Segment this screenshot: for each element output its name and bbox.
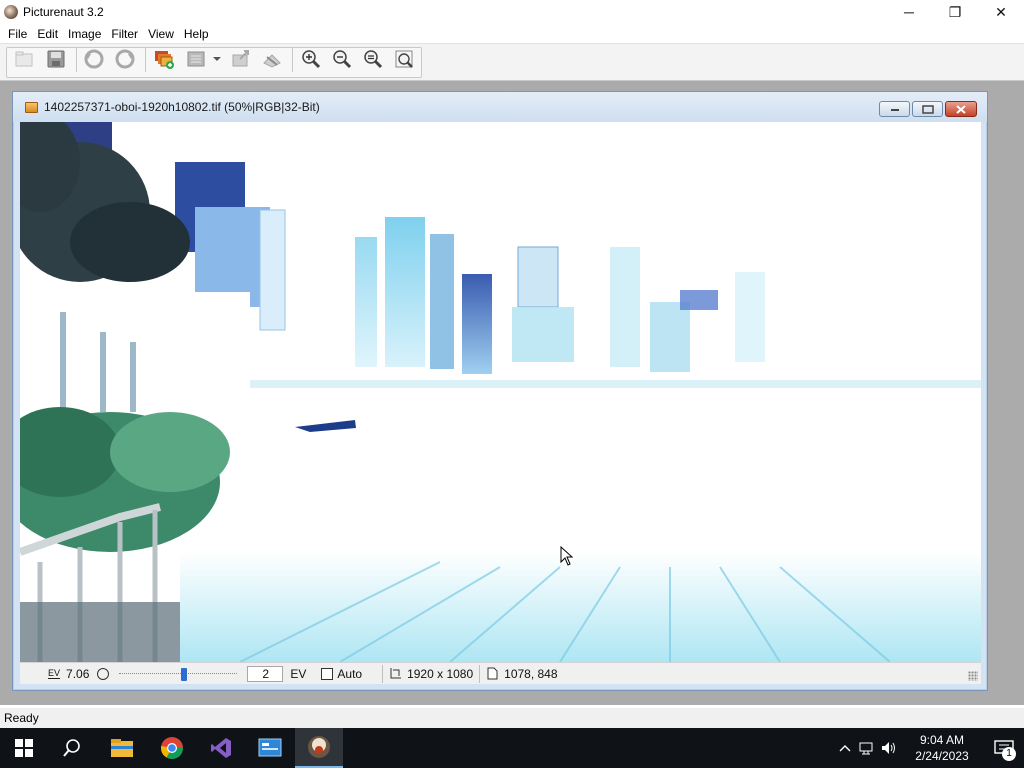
hdr-image-preview [20,122,981,662]
menu-file[interactable]: File [3,27,32,41]
toolbar-separator [292,48,293,72]
visual-studio-icon[interactable] [197,728,245,768]
window-controls: ─ ❐ ✕ [886,0,1024,24]
redo-icon[interactable] [113,48,137,70]
align-icon[interactable] [260,48,284,70]
restore-button[interactable]: ❐ [932,0,978,24]
document-maximize-button[interactable] [912,101,943,117]
reset-exposure-icon[interactable] [97,667,110,680]
open-icon[interactable] [12,48,36,70]
close-button[interactable]: ✕ [978,0,1024,24]
status-text: Ready [4,711,39,725]
exposure-input[interactable]: 2 [247,665,284,682]
document-close-button[interactable] [945,101,977,117]
document-status-bar: EV 7.06 2 EV Auto 1920 x 1080 1078, 848 [20,662,981,684]
cursor-position: 1078, 848 [504,666,558,681]
menu-edit[interactable]: Edit [32,27,63,41]
cursor-position-icon [486,667,498,680]
search-icon[interactable] [48,728,96,768]
picturenaut-app-icon [4,5,18,19]
image-size-icon [389,667,402,680]
tonemap-icon[interactable] [229,48,253,70]
auto-label: Auto [337,666,363,681]
menu-help[interactable]: Help [179,27,214,41]
toolbar-separator [76,48,77,72]
ev-readout: EV 7.06 [48,667,89,681]
generate-hdr-icon[interactable] [152,48,176,70]
minimize-button[interactable]: ─ [886,0,932,24]
file-explorer-icon[interactable] [98,728,146,768]
notification-center-icon[interactable]: 1 [984,728,1024,768]
menu-filter[interactable]: Filter [106,27,143,41]
exposure-slider[interactable] [119,667,238,681]
toolbar-separator [145,48,146,72]
app-title: Picturenaut 3.2 [23,5,104,19]
menu-bar: File Edit Image Filter View Help [0,24,1024,43]
exposure-unit-label: EV [290,666,307,681]
image-document-window[interactable]: 1402257371-oboi-1920h10802.tif (50%|RGB|… [12,91,988,691]
status-bar: Ready [0,708,1024,728]
menu-image[interactable]: Image [63,27,106,41]
zoom-out-icon[interactable] [330,48,354,70]
taskbar: 9:04 AM 2/24/2023 1 [0,728,1024,768]
menu-view[interactable]: View [143,27,179,41]
document-title-bar[interactable]: 1402257371-oboi-1920h10802.tif (50%|RGB|… [13,92,987,122]
auto-checkbox[interactable] [321,667,334,680]
document-title: 1402257371-oboi-1920h10802.tif (50%|RGB|… [44,100,320,114]
save-icon[interactable] [44,48,68,70]
document-window-controls [879,101,977,117]
image-canvas[interactable] [20,122,981,662]
system-tray: 9:04 AM 2/24/2023 1 [834,728,1024,768]
toolbar [0,43,1024,81]
chevron-down-icon[interactable] [210,48,224,70]
zoom-fit-icon[interactable] [361,48,385,70]
network-icon[interactable] [856,728,878,768]
notification-count: 1 [1002,747,1016,761]
start-icon[interactable] [0,728,48,768]
ev-value: 7.06 [66,666,90,681]
zoom-actual-icon[interactable] [392,48,416,70]
document-minimize-button[interactable] [879,101,910,117]
mouse-cursor-icon [560,545,574,569]
status-separator [382,664,384,683]
undo-icon[interactable] [82,48,106,70]
zoom-in-icon[interactable] [299,48,323,70]
volume-icon[interactable] [878,728,900,768]
app-title-bar[interactable]: Picturenaut 3.2 ─ ❐ ✕ [0,0,1024,24]
slider-thumb[interactable] [181,667,188,681]
batch-icon[interactable] [184,48,208,70]
chevron-up-icon[interactable] [834,728,856,768]
clock[interactable]: 9:04 AM 2/24/2023 [900,732,984,764]
image-file-icon [25,101,38,113]
clock-time: 9:04 AM [919,733,965,747]
slider-track-line [119,672,238,675]
chrome-icon[interactable] [148,728,196,768]
status-separator [479,664,481,683]
picturenaut-taskbar-icon[interactable] [295,728,343,768]
image-size: 1920 x 1080 [407,666,474,681]
ev-label: EV [48,667,61,679]
resize-grip[interactable] [968,671,978,681]
control-panel-icon[interactable] [246,728,294,768]
clock-date: 2/24/2023 [915,749,969,763]
